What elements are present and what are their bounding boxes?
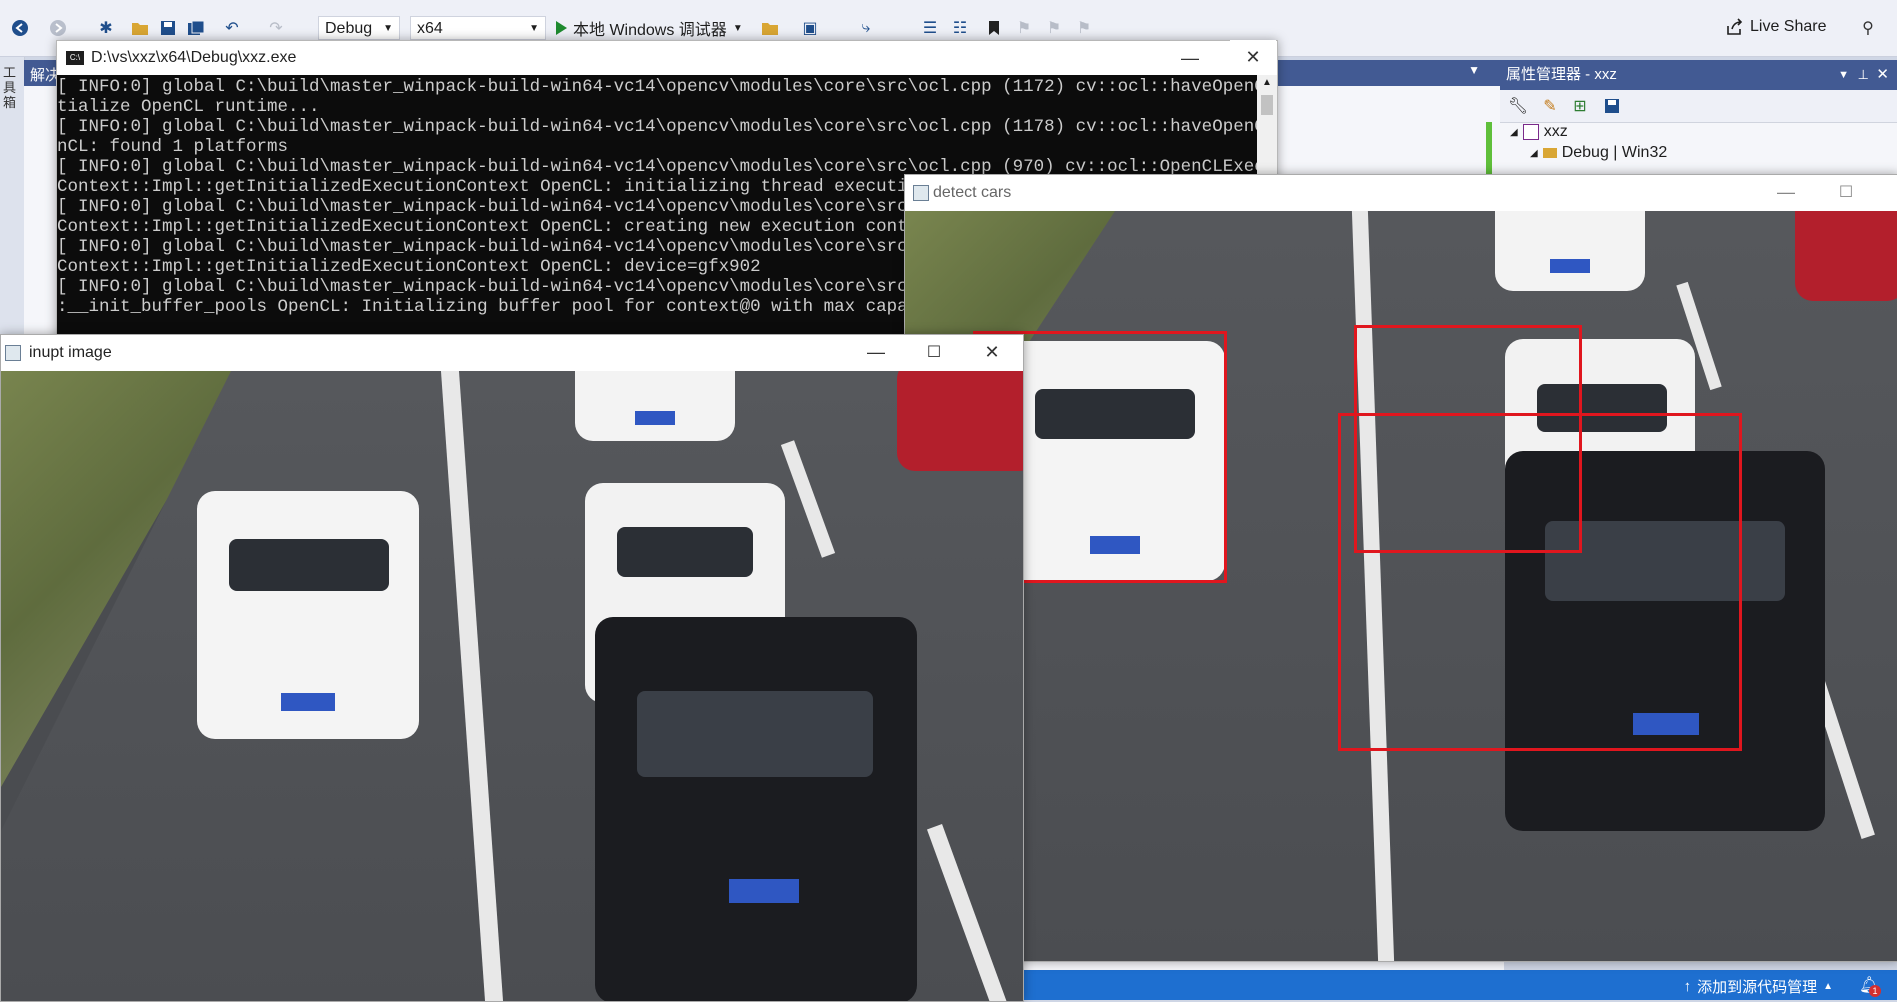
notification-badge: 1 — [1869, 985, 1881, 997]
windshield — [229, 539, 389, 591]
live-share-label: Live Share — [1750, 18, 1827, 35]
windshield — [637, 691, 873, 777]
screenshot-icon[interactable]: ▣ — [800, 18, 820, 38]
close-icon[interactable]: ✕ — [1230, 40, 1276, 74]
folder-icon — [1542, 148, 1557, 158]
source-control-label: 添加到源代码管理 — [1697, 979, 1818, 996]
property-manager-header: 属性管理器 - xxz ▼ ⊥ ✕ — [1500, 60, 1897, 90]
property-manager-title: 属性管理器 - xxz — [1506, 66, 1617, 83]
expand-icon[interactable]: ◢ — [1530, 148, 1538, 159]
detection-box — [1338, 413, 1742, 751]
close-icon[interactable]: ✕ — [963, 335, 1021, 369]
input-titlebar[interactable]: inupt image — ☐ ✕ — [1, 335, 1023, 371]
console-line: nCL: found 1 platforms — [57, 137, 289, 157]
play-icon — [556, 21, 567, 35]
outdent-icon[interactable]: ☷ — [950, 18, 970, 38]
configuration-select[interactable]: Debug ▼ — [318, 16, 400, 40]
save-icon[interactable] — [1602, 96, 1622, 116]
console-line: [ INFO:0] global C:\build\master_winpack… — [57, 117, 1257, 137]
input-window-title: inupt image — [29, 344, 112, 361]
chevron-up-icon: ▲ — [1823, 981, 1833, 992]
live-share-button[interactable]: Live Share — [1726, 18, 1827, 36]
property-manager-toolbar: 🔧︎ ✎ ⊞ — [1500, 90, 1897, 123]
scroll-up-icon[interactable]: ▲ — [1262, 77, 1272, 88]
save-icon[interactable] — [158, 18, 178, 38]
car-red — [897, 371, 1023, 471]
run-label: 本地 Windows 调试器 — [573, 22, 727, 39]
prev-bookmark-icon[interactable]: ⚑ — [1014, 18, 1034, 38]
save-all-icon[interactable] — [186, 18, 206, 38]
input-image — [1, 371, 1023, 1001]
wrench-icon[interactable]: 🔧︎ — [1508, 96, 1528, 116]
platform-value: x64 — [417, 20, 443, 37]
console-line: tialize OpenCL runtime... — [57, 97, 320, 117]
chevron-down-icon: ▼ — [732, 22, 743, 34]
chevron-down-icon[interactable]: ▼ — [1838, 60, 1849, 90]
close-icon[interactable]: ✕ — [1876, 60, 1889, 90]
bookmark-icon[interactable] — [984, 18, 1004, 38]
tree-item-label: Debug | Win32 — [1561, 144, 1668, 161]
undo-icon[interactable]: ↶ — [222, 18, 242, 38]
console-title: D:\vs\xxz\x64\Debug\xxz.exe — [91, 49, 297, 66]
car-white-far — [575, 371, 735, 441]
feedback-icon[interactable]: ⚲ — [1858, 18, 1878, 38]
status-bar: ↑ 添加到源代码管理 ▲ 🔔︎ 1 — [1022, 970, 1897, 1000]
tree-item-project[interactable]: ◢ xxz — [1510, 123, 1568, 141]
redo-icon[interactable]: ↷ — [266, 18, 286, 38]
chevron-down-icon: ▼ — [383, 23, 393, 34]
windshield — [617, 527, 753, 577]
start-debugging-button[interactable]: 本地 Windows 调试器 ▼ — [556, 16, 743, 40]
license-plate — [281, 693, 335, 711]
detect-cars-window[interactable]: detect cars — ☐ — [904, 174, 1897, 962]
back-icon[interactable] — [10, 18, 30, 38]
detect-window-title: detect cars — [933, 184, 1012, 201]
platform-select[interactable]: x64 ▼ — [410, 16, 546, 40]
license-plate — [729, 879, 799, 903]
tree-item-label: xxz — [1543, 123, 1568, 140]
console-app-icon: C:\ — [66, 51, 84, 65]
license-plate — [635, 411, 675, 425]
toolbox-label: 工具箱 — [3, 65, 17, 110]
input-image-window[interactable]: inupt image — ☐ ✕ — [0, 334, 1024, 1002]
arrow-up-icon: ↑ — [1683, 978, 1692, 995]
maximize-icon[interactable]: ☐ — [1817, 175, 1875, 209]
forward-icon[interactable] — [48, 18, 68, 38]
properties-icon[interactable]: ✎ — [1540, 96, 1560, 116]
console-line: [ INFO:0] global C:\build\master_winpack… — [57, 77, 1257, 97]
configuration-value: Debug — [325, 20, 373, 37]
indent-icon[interactable]: ☰ — [920, 18, 940, 38]
license-plate — [1550, 259, 1590, 273]
maximize-icon[interactable]: ☐ — [905, 335, 963, 369]
console-titlebar[interactable]: C:\ D:\vs\xxz\x64\Debug\xxz.exe — ☐ — [57, 41, 1277, 75]
scroll-thumb[interactable] — [1261, 95, 1273, 115]
add-property-sheet-icon[interactable]: ⊞ — [1570, 96, 1590, 116]
project-icon — [1522, 124, 1539, 140]
window-app-icon — [913, 185, 929, 201]
car-red — [1795, 211, 1897, 301]
car-black-suv — [595, 617, 917, 1001]
add-to-source-control-button[interactable]: ↑ 添加到源代码管理 ▲ — [1684, 976, 1833, 997]
chevron-down-icon: ▼ — [529, 23, 539, 34]
car-white-left — [197, 491, 419, 739]
share-icon — [1727, 18, 1743, 35]
scroll-marker — [1486, 122, 1492, 182]
car-white-far — [1495, 211, 1645, 291]
new-project-icon[interactable]: ✱ — [96, 18, 116, 38]
minimize-icon[interactable]: — — [847, 335, 905, 369]
chevron-down-icon[interactable]: ▼ — [1468, 63, 1480, 77]
next-bookmark-icon[interactable]: ⚑ — [1044, 18, 1064, 38]
clear-bookmark-icon[interactable]: ⚑ — [1074, 18, 1094, 38]
minimize-icon[interactable]: — — [1757, 175, 1815, 209]
detect-image — [905, 211, 1897, 961]
open-file-icon[interactable] — [130, 18, 150, 38]
step-icon[interactable]: ⤷ — [856, 18, 876, 38]
notification-button[interactable]: 🔔︎ 1 — [1859, 975, 1881, 997]
detect-titlebar[interactable]: detect cars — ☐ — [905, 175, 1897, 211]
pin-icon[interactable]: ⊥ — [1858, 60, 1869, 90]
expand-icon[interactable]: ◢ — [1510, 127, 1518, 138]
window-app-icon — [5, 345, 21, 361]
tree-item-config[interactable]: ◢ Debug | Win32 — [1530, 144, 1667, 162]
attach-icon[interactable] — [760, 18, 780, 38]
minimize-icon[interactable]: — — [1161, 41, 1219, 75]
